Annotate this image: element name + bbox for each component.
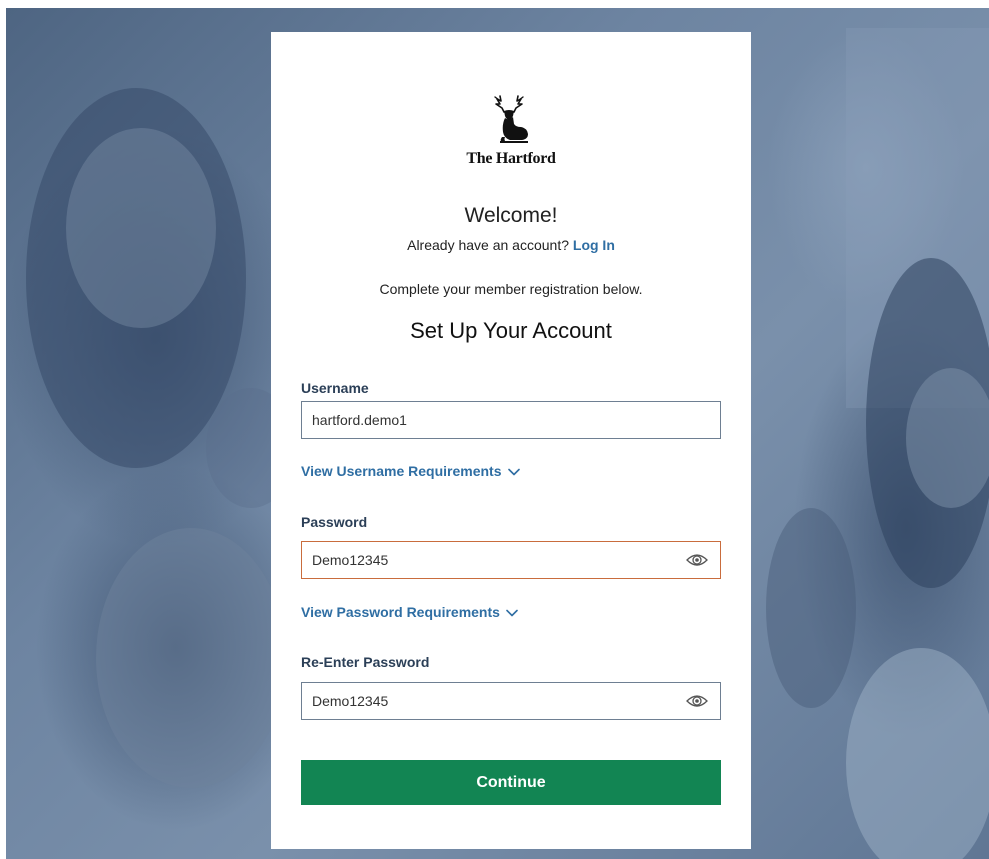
reenter-password-label: Re-Enter Password <box>301 654 430 670</box>
background-shape <box>766 508 856 708</box>
brand-logo: The Hartford <box>271 94 751 168</box>
registration-instructions: Complete your member registration below. <box>379 281 643 297</box>
brand-name: The Hartford <box>466 150 556 167</box>
username-input[interactable] <box>302 402 720 438</box>
view-username-requirements-label: View Username Requirements <box>301 463 502 479</box>
login-prompt-text: Already have an account? <box>407 237 569 253</box>
view-password-requirements-label: View Password Requirements <box>301 604 500 620</box>
password-field-wrapper <box>301 541 721 579</box>
view-username-requirements-link[interactable]: View Username Requirements <box>301 463 520 479</box>
page-title: Set Up Your Account <box>410 318 612 343</box>
password-input[interactable] <box>302 542 720 578</box>
eye-icon[interactable] <box>686 692 708 710</box>
chevron-down-icon <box>506 609 518 617</box>
background-shape <box>906 368 989 508</box>
login-prompt: Already have an account? Log In <box>271 237 751 253</box>
login-link[interactable]: Log In <box>573 237 615 253</box>
username-label: Username <box>301 380 369 396</box>
stag-logo-icon <box>494 95 528 143</box>
continue-button[interactable]: Continue <box>301 760 721 805</box>
username-field-wrapper <box>301 401 721 439</box>
eye-icon[interactable] <box>686 551 708 569</box>
registration-card: The Hartford Welcome! Already have an ac… <box>271 32 751 849</box>
password-label: Password <box>301 514 368 530</box>
chevron-down-icon <box>507 468 520 476</box>
background-shape <box>846 648 989 859</box>
welcome-heading: Welcome! <box>464 204 558 227</box>
page: The Hartford Welcome! Already have an ac… <box>0 0 989 859</box>
background-shape <box>96 528 286 788</box>
reenter-password-field-wrapper <box>301 682 721 720</box>
view-password-requirements-link[interactable]: View Password Requirements <box>301 604 518 620</box>
reenter-password-input[interactable] <box>302 683 720 719</box>
background-shape <box>66 128 216 328</box>
